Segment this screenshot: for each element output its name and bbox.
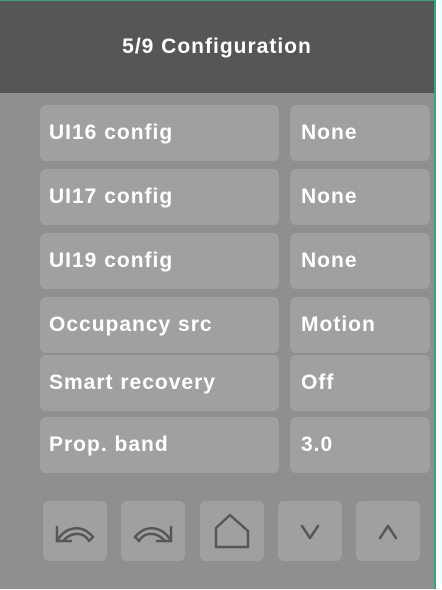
scroll-down-button[interactable] xyxy=(278,501,342,561)
setting-row-ui16-config: UI16 config None xyxy=(40,105,430,161)
setting-label-prop-band[interactable]: Prop. band xyxy=(40,417,279,473)
chevron-down-icon xyxy=(300,524,320,540)
setting-row-ui19-config: UI19 config None xyxy=(40,233,430,289)
undo-icon xyxy=(55,525,95,543)
setting-label-ui17-config[interactable]: UI17 config xyxy=(40,169,279,225)
home-icon xyxy=(214,513,250,549)
setting-value-smart-recovery[interactable]: Off xyxy=(290,355,430,411)
setting-label-ui19-config[interactable]: UI19 config xyxy=(40,233,279,289)
setting-value-prop-band[interactable]: 3.0 xyxy=(290,417,430,473)
setting-value-occupancy-src[interactable]: Motion xyxy=(290,297,430,353)
setting-row-smart-recovery: Smart recovery Off xyxy=(40,355,430,411)
setting-value-ui19-config[interactable]: None xyxy=(290,233,430,289)
setting-row-occupancy-src: Occupancy src Motion xyxy=(40,297,430,353)
chevron-up-icon xyxy=(378,524,398,540)
setting-row-ui17-config: UI17 config None xyxy=(40,169,430,225)
scroll-up-button[interactable] xyxy=(356,501,420,561)
setting-row-prop-band: Prop. band 3.0 xyxy=(40,417,430,473)
setting-value-ui16-config[interactable]: None xyxy=(290,105,430,161)
redo-icon xyxy=(133,525,173,543)
undo-button[interactable] xyxy=(43,501,107,561)
setting-label-smart-recovery[interactable]: Smart recovery xyxy=(40,355,279,411)
page-title: 5/9 Configuration xyxy=(122,35,312,58)
home-button[interactable] xyxy=(200,501,264,561)
thermostat-screen: 5/9 Configuration UI16 config None UI17 … xyxy=(0,0,436,589)
setting-label-ui16-config[interactable]: UI16 config xyxy=(40,105,279,161)
setting-value-ui17-config[interactable]: None xyxy=(290,169,430,225)
header-bar: 5/9 Configuration xyxy=(0,1,434,93)
redo-button[interactable] xyxy=(121,501,185,561)
setting-label-occupancy-src[interactable]: Occupancy src xyxy=(40,297,279,353)
